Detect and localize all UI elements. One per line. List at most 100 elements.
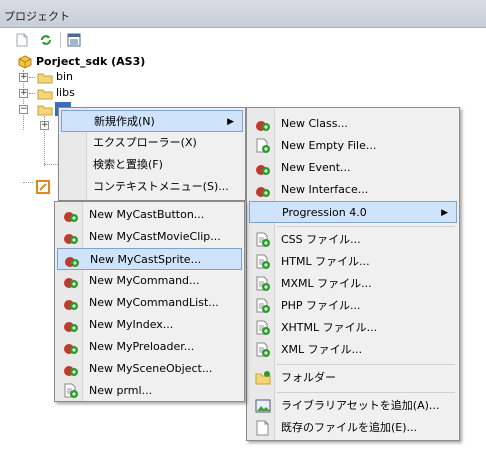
- menu-item-label: PHP ファイル...: [281, 299, 361, 312]
- menu-item-new-mycastmovieclip[interactable]: New MyCastMovieClip...: [57, 226, 242, 248]
- as-class-icon: [64, 322, 78, 332]
- menu-item-label: New MyPreloader...: [89, 340, 195, 353]
- as-event-icon: [256, 165, 270, 175]
- menu-item-label: New MyCommand...: [89, 274, 200, 287]
- file-add-icon: [256, 232, 270, 247]
- menu-item-label: New Empty File...: [281, 139, 377, 152]
- menu-item-xhtml-file[interactable]: XHTML ファイル...: [249, 317, 457, 339]
- menu-item-new-mycommandlist[interactable]: New MyCommandList...: [57, 292, 242, 314]
- menu-item-new-mycommand[interactable]: New MyCommand...: [57, 270, 242, 292]
- menu-separator: [277, 226, 455, 227]
- menu-item-label: フォルダー: [281, 371, 336, 384]
- menu-item-label: New MyCommandList...: [89, 296, 219, 309]
- menu-item-label: XHTML ファイル...: [281, 321, 378, 334]
- progression-submenu: New MyCastButton... New MyCastMovieClip.…: [54, 201, 245, 402]
- tree-item-bin[interactable]: bin: [56, 69, 73, 85]
- menu-item-label: MXML ファイル...: [281, 277, 372, 290]
- submenu-arrow-icon: ▶: [441, 208, 448, 218]
- as-interface-icon: [256, 187, 270, 197]
- folder-icon: [37, 105, 53, 116]
- menu-item-new-prml[interactable]: New prml...: [57, 380, 242, 402]
- tree-root-label: Porject_sdk (AS3): [36, 55, 146, 68]
- file-add-icon: [256, 138, 270, 153]
- tree-line: [44, 164, 58, 165]
- expand-bin-button[interactable]: +: [19, 73, 28, 82]
- menu-item-new-mypreloader[interactable]: New MyPreloader...: [57, 336, 242, 358]
- folder-icon: [37, 89, 53, 100]
- menu-item-add-existing-file[interactable]: 既存のファイルを追加(E)...: [249, 417, 457, 439]
- properties-icon[interactable]: [66, 32, 82, 48]
- menu-item-new[interactable]: 新規作成(N) ▶: [61, 110, 243, 132]
- new-submenu: New Class... New Empty File... New Event…: [246, 107, 460, 441]
- project-toolbar: [0, 28, 486, 52]
- expand-child-button[interactable]: +: [40, 121, 49, 130]
- menu-item-label: New MyIndex...: [89, 318, 174, 331]
- menu-item-label: New Event...: [281, 161, 351, 174]
- tree-item-libs[interactable]: libs: [56, 85, 75, 101]
- file-add-icon: [256, 254, 270, 269]
- file-add-icon: [64, 383, 78, 398]
- menu-item-label: HTML ファイル...: [281, 255, 370, 268]
- file-add-icon: [256, 342, 270, 357]
- as-class-icon: [65, 257, 79, 267]
- project-icon: [18, 55, 32, 69]
- menu-item-label: New Interface...: [281, 183, 369, 196]
- file-icon: [256, 420, 269, 436]
- menu-item-label: コンテキストメニュー(S)...: [93, 180, 229, 193]
- menu-item-new-mycastsprite[interactable]: New MyCastSprite...: [57, 248, 242, 270]
- menu-item-add-library-asset[interactable]: ライブラリアセットを追加(A)...: [249, 395, 457, 417]
- menu-item-explorer[interactable]: エクスプローラー(X): [61, 132, 243, 154]
- submenu-arrow-icon: ▶: [227, 117, 234, 127]
- menu-separator: [277, 364, 455, 365]
- menu-item-new-event[interactable]: New Event...: [249, 157, 457, 179]
- toolbar-separator: [60, 32, 61, 48]
- file-icon: [36, 180, 50, 194]
- folder-add-icon: [255, 371, 271, 385]
- refresh-icon[interactable]: [38, 32, 54, 48]
- menu-item-label: New MyCastMovieClip...: [89, 230, 221, 243]
- tree-line: [29, 93, 35, 94]
- menu-item-new-class[interactable]: New Class...: [249, 113, 457, 135]
- menu-item-folder[interactable]: フォルダー: [249, 367, 457, 389]
- menu-item-css-file[interactable]: CSS ファイル...: [249, 229, 457, 251]
- folder-icon: [37, 73, 53, 84]
- panel-title: プロジェクト: [4, 10, 70, 23]
- menu-item-label: XML ファイル...: [281, 343, 363, 356]
- menu-item-label: New prml...: [89, 384, 153, 397]
- menu-item-label: 新規作成(N): [94, 115, 155, 128]
- menu-item-mxml-file[interactable]: MXML ファイル...: [249, 273, 457, 295]
- menu-item-html-file[interactable]: HTML ファイル...: [249, 251, 457, 273]
- menu-item-find-replace[interactable]: 検索と置換(F): [61, 154, 243, 176]
- menu-item-php-file[interactable]: PHP ファイル...: [249, 295, 457, 317]
- tree-line: [29, 77, 35, 78]
- menu-item-progression[interactable]: Progression 4.0 ▶: [249, 201, 457, 223]
- as-class-icon: [64, 278, 78, 288]
- menu-item-label: New MyCastSprite...: [90, 253, 202, 266]
- menu-item-label: New MyCastButton...: [89, 208, 205, 221]
- menu-item-label: Progression 4.0: [282, 206, 367, 219]
- new-file-icon[interactable]: [14, 32, 30, 48]
- as-class-icon: [64, 234, 78, 244]
- expand-libs-button[interactable]: +: [19, 89, 28, 98]
- file-add-icon: [256, 298, 270, 313]
- menu-item-new-mysceneobject[interactable]: New MySceneObject...: [57, 358, 242, 380]
- panel-header: プロジェクト: [0, 0, 486, 28]
- menu-item-context-menu[interactable]: コンテキストメニュー(S)...: [61, 176, 243, 198]
- menu-item-label: 検索と置換(F): [93, 158, 163, 171]
- menu-item-new-empty-file[interactable]: New Empty File...: [249, 135, 457, 157]
- as-class-icon: [64, 212, 78, 222]
- file-add-icon: [256, 276, 270, 291]
- menu-item-new-mycastbutton[interactable]: New MyCastButton...: [57, 204, 242, 226]
- menu-item-new-myindex[interactable]: New MyIndex...: [57, 314, 242, 336]
- collapse-src-button[interactable]: −: [19, 105, 28, 114]
- image-asset-icon: [255, 399, 271, 413]
- as-class-icon: [64, 300, 78, 310]
- as-class-icon: [64, 344, 78, 354]
- menu-item-label: CSS ファイル...: [281, 233, 361, 246]
- menu-item-xml-file[interactable]: XML ファイル...: [249, 339, 457, 361]
- menu-item-new-interface[interactable]: New Interface...: [249, 179, 457, 201]
- as-class-icon: [256, 121, 270, 131]
- tree-line: [23, 182, 33, 183]
- menu-item-label: 既存のファイルを追加(E)...: [281, 421, 418, 434]
- menu-separator: [277, 392, 455, 393]
